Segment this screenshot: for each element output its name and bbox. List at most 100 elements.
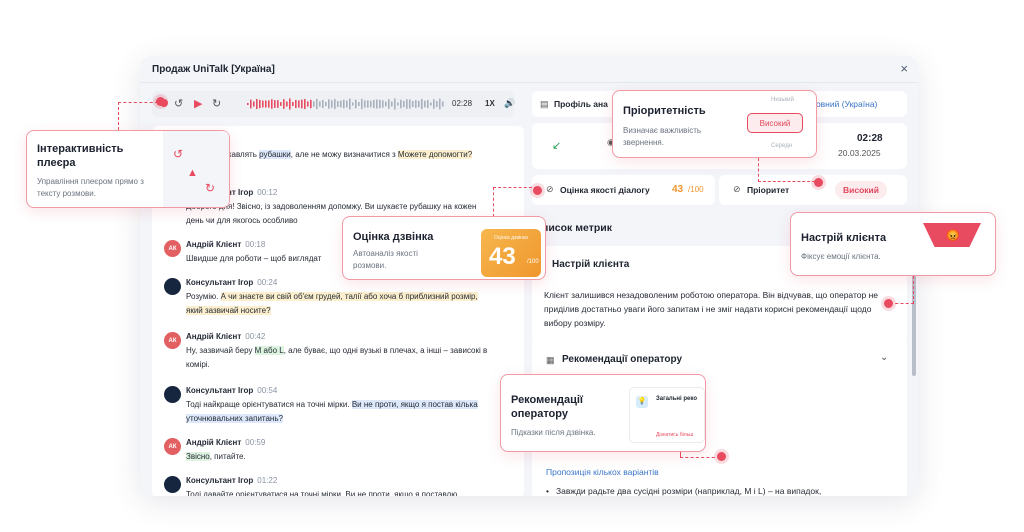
message-time[interactable]: 00:12: [257, 188, 277, 197]
hotspot-rec[interactable]: [717, 452, 726, 461]
callout-mood-desc: Фіксує емоції клієнта.: [801, 252, 881, 261]
speaker-name: Консультант Ігор: [186, 476, 254, 485]
profile-icon: ▤: [540, 99, 549, 109]
message-header: Андрій Клієнт 00:18: [186, 240, 265, 249]
message-text[interactable]: Розумію. А чи знаєте ви свій об'єм груде…: [186, 290, 496, 318]
wave-bar: [283, 99, 285, 109]
message-header: Андрій Клієнт 00:42: [186, 332, 265, 341]
highlight-phrase[interactable]: Звісно: [186, 452, 210, 461]
player-illustration: ↺ ▲ ↻: [163, 131, 229, 207]
speaker-name: Консультант Ігор: [186, 278, 254, 287]
wave-bar: [292, 101, 294, 107]
callout-player-desc: Управління плеєром прямо з тексту розмов…: [37, 177, 144, 198]
wave-bar: [319, 101, 321, 107]
connector-player: [118, 102, 158, 130]
highlight-phrase[interactable]: M або L: [254, 346, 284, 355]
wave-bar: [310, 99, 312, 109]
wave-bar: [280, 102, 282, 106]
wave-bar: [349, 98, 351, 110]
speed-button[interactable]: 1X: [485, 99, 495, 108]
close-icon[interactable]: ×: [900, 61, 908, 76]
speaker-name: Андрій Клієнт: [186, 332, 242, 341]
wave-bar: [391, 101, 393, 107]
wave-bar: [346, 100, 348, 108]
hotspot-mood[interactable]: [884, 299, 893, 308]
message-text[interactable]: Ну, зазвичай беру M або L, але буває, що…: [186, 344, 496, 372]
chevron-down-icon[interactable]: ⌄: [880, 352, 888, 363]
connector-mood: [890, 276, 914, 304]
highlight-phrase[interactable]: рубашки: [259, 150, 291, 159]
speaker-name: Андрій Клієнт: [186, 438, 242, 447]
audio-player: ↺ ▶ ↻ 02:28 1X 🔊: [152, 91, 515, 117]
message-time[interactable]: 00:54: [257, 386, 277, 395]
volume-icon[interactable]: 🔊: [504, 98, 515, 109]
wave-bar: [256, 99, 258, 109]
hotspot-score[interactable]: [533, 186, 542, 195]
message-text[interactable]: Тоді найкраще орієнтуватися на точні мір…: [186, 398, 496, 426]
message-header: Андрій Клієнт 00:59: [186, 438, 265, 447]
mood-section-title: Настрій клієнта: [552, 259, 630, 270]
incoming-call-icon: ↙: [552, 140, 562, 152]
bulb-icon: 💡: [636, 396, 648, 408]
message-time[interactable]: 00:24: [257, 278, 277, 287]
wave-bar: [307, 101, 309, 107]
rewind-icon[interactable]: ↺: [174, 97, 183, 110]
wave-bar: [439, 98, 441, 110]
score-badge: Оцінка дзвінка 43 /100: [481, 229, 541, 277]
wave-bar: [388, 99, 390, 109]
wave-bar: [364, 100, 366, 108]
wave-bar: [397, 102, 399, 106]
message-text[interactable]: ня! Мене цікавлять рубашки, але не можу …: [186, 148, 496, 162]
wave-bar: [328, 99, 330, 109]
call-date: 20.03.2025: [838, 148, 881, 158]
highlight-phrase[interactable]: Можете допомогти?: [397, 150, 473, 159]
message-time[interactable]: 00:42: [245, 332, 265, 341]
message-time[interactable]: 01:22: [257, 476, 277, 485]
score-badge-label: Оцінка дзвінка: [494, 235, 528, 241]
highlight-phrase[interactable]: А чи знаєте ви свій об'єм грудей, талії …: [186, 292, 478, 315]
wave-bar: [304, 99, 306, 109]
wave-bar: [409, 99, 411, 109]
text-span: Тоді найкраще орієнтуватися на точні мір…: [186, 400, 352, 409]
play-icon[interactable]: ▶: [194, 97, 202, 110]
wave-bar: [262, 100, 264, 108]
hotspot-priority[interactable]: [814, 178, 823, 187]
forward-icon[interactable]: ↻: [212, 97, 221, 110]
waveform[interactable]: [247, 97, 447, 111]
text-span: Тоді давайте орієнтуватися на точні мірк…: [186, 490, 458, 496]
callout-player-title: Інтерактивність плеєра: [37, 143, 124, 169]
rec-link[interactable]: Пропозиція кількох варіантів: [546, 467, 659, 477]
metrics-heading: писок метрик: [542, 222, 612, 234]
callout-rec-title: Рекомендації оператору: [511, 394, 584, 420]
text-span: Швидше для роботи – щоб виглядат: [186, 254, 322, 263]
callout-priority-desc: Визначає важливість звернення.: [623, 126, 702, 147]
text-span: , питайте.: [209, 452, 246, 461]
wave-bar: [403, 100, 405, 108]
callout-mood-title: Настрій клієнта: [801, 232, 887, 244]
message-text[interactable]: Тоді давайте орієнтуватися на точні мірк…: [186, 488, 496, 496]
wave-bar: [253, 101, 255, 107]
profile-value[interactable]: сновний (Україна): [807, 99, 877, 109]
callout-rec-desc: Підказки після дзвінка.: [511, 428, 596, 437]
wave-bar: [424, 100, 426, 108]
callout-score-desc: Автоаналіз якості розмови.: [353, 249, 418, 270]
message-text[interactable]: Звісно, питайте.: [186, 450, 496, 464]
player-time: 02:28: [452, 99, 473, 108]
wave-bar: [274, 100, 276, 108]
wave-bar: [355, 99, 357, 109]
quality-card[interactable]: ⊘ Оцінка якості діалогу 43 /100: [532, 175, 715, 205]
avatar: АК: [164, 438, 181, 455]
wave-bar: [325, 101, 327, 107]
wave-bar: [418, 100, 420, 108]
wave-bar: [427, 100, 429, 108]
wave-bar: [352, 102, 354, 106]
text-span: Розумію.: [186, 292, 221, 301]
wave-bar: [436, 100, 438, 108]
message-time[interactable]: 00:18: [245, 240, 265, 249]
priority-badge: Високий: [835, 181, 887, 199]
hotspot-player[interactable]: [156, 97, 165, 106]
chip-low: Низький: [771, 97, 794, 103]
message-time[interactable]: 00:59: [245, 438, 265, 447]
callout-priority-title: Пріоритетність: [623, 105, 706, 117]
wave-bar: [316, 98, 318, 110]
